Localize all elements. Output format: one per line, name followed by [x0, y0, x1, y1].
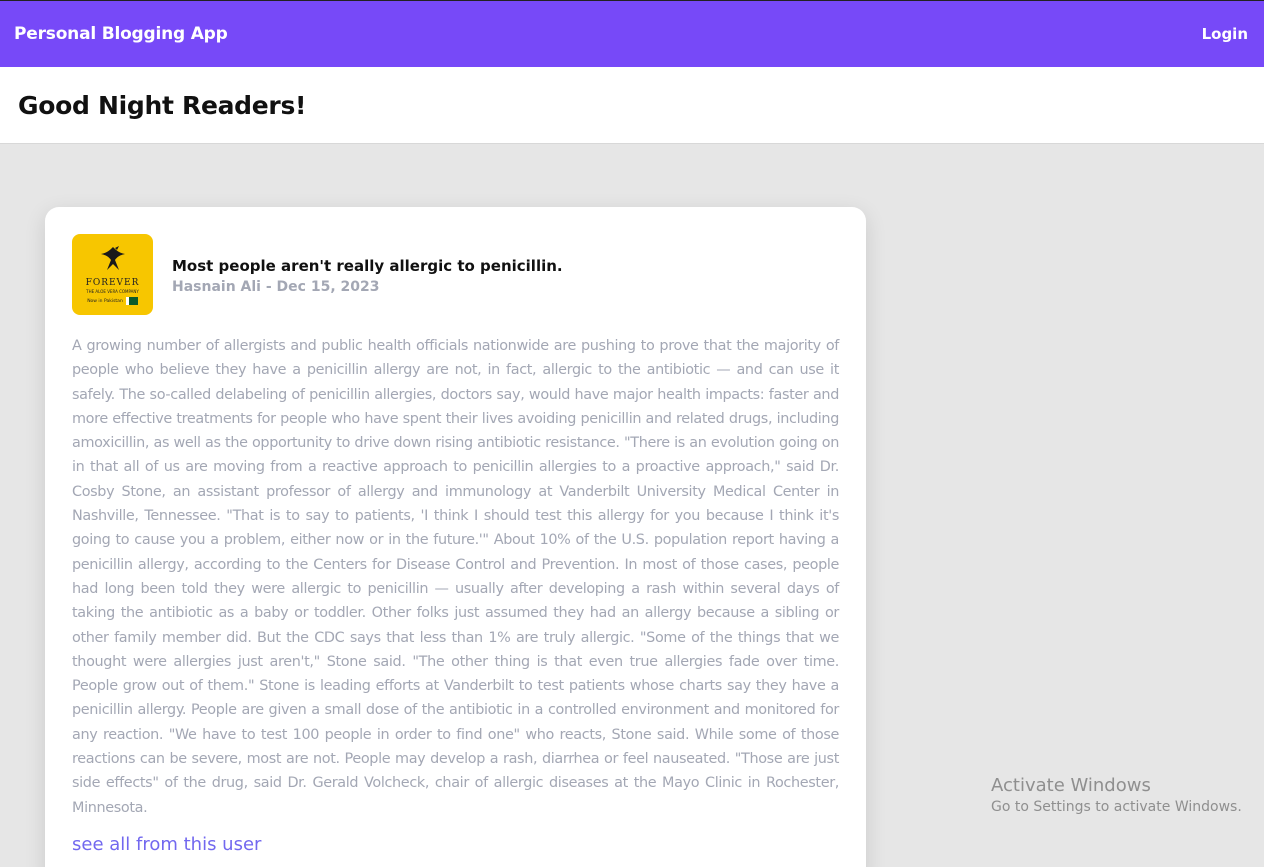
watermark-title: Activate Windows [991, 775, 1151, 796]
post-card: FOREVER THE ALOE VERA COMPANY Now in Pak… [45, 207, 866, 867]
post-header: FOREVER THE ALOE VERA COMPANY Now in Pak… [72, 234, 839, 315]
avatar: FOREVER THE ALOE VERA COMPANY Now in Pak… [72, 234, 153, 315]
app-brand[interactable]: Personal Blogging App [14, 24, 228, 44]
post-meta: Most people aren't really allergic to pe… [172, 254, 563, 295]
pakistan-flag-icon [125, 297, 138, 305]
page-title: Good Night Readers! [18, 90, 307, 120]
see-all-link[interactable]: see all from this user [72, 834, 261, 855]
greeting-bar: Good Night Readers! [0, 67, 1264, 144]
login-link[interactable]: Login [1202, 25, 1248, 43]
post-body: A growing number of allergists and publi… [72, 338, 839, 816]
windows-activation-watermark: Activate Windows Go to Settings to activ… [991, 775, 1242, 815]
avatar-brand-word: FOREVER [85, 278, 140, 288]
post-byline: Hasnain Ali - Dec 15, 2023 [172, 279, 380, 295]
watermark-subtitle: Go to Settings to activate Windows. [991, 799, 1242, 815]
post-title: Most people aren't really allergic to pe… [172, 257, 563, 275]
avatar-now-text: Now in Pakistan [87, 298, 123, 304]
navbar: Personal Blogging App Login [0, 0, 1264, 67]
avatar-now-row: Now in Pakistan [87, 297, 138, 305]
avatar-tagline: THE ALOE VERA COMPANY [86, 289, 139, 294]
eagle-logo-icon [100, 246, 125, 270]
